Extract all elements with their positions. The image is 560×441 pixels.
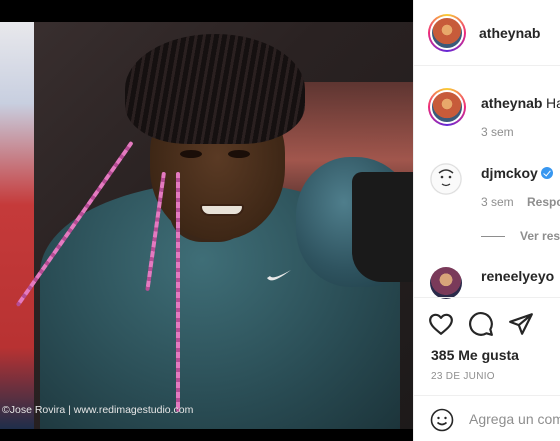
comment-text: Ha — [546, 95, 560, 111]
left-eye — [180, 150, 202, 158]
glove-strap — [352, 172, 413, 282]
heart-icon[interactable] — [428, 311, 454, 337]
comment-avatar[interactable] — [430, 163, 462, 195]
comment-time[interactable]: 3 sem — [481, 125, 514, 139]
boxer-mouth — [200, 204, 244, 216]
reply-button[interactable]: Respo — [527, 195, 560, 209]
background-banner — [0, 22, 34, 429]
comment-input[interactable] — [469, 408, 560, 430]
comment-username[interactable]: reneelyeyo — [481, 268, 554, 284]
pink-braid — [176, 172, 180, 412]
instagram-post-view: ©Jose Rovira | www.redimagestudio.com at… — [0, 0, 560, 441]
avatar-image — [430, 90, 464, 124]
comment-username[interactable]: atheynab — [481, 95, 542, 111]
paper-plane-icon[interactable] — [508, 311, 534, 337]
header-username[interactable]: atheynab — [479, 25, 540, 41]
view-replies-button[interactable]: Ver res — [520, 229, 560, 243]
post-image[interactable] — [0, 22, 413, 429]
replies-divider — [481, 236, 505, 237]
comment-avatar[interactable] — [428, 88, 466, 126]
swoosh-logo-icon — [267, 270, 291, 281]
right-eye — [228, 150, 250, 158]
post-sidebar: atheynab atheynab Ha 3 sem djmckoy 3 sem… — [413, 0, 560, 441]
post-header: atheynab — [414, 0, 560, 66]
comment-icon[interactable] — [468, 311, 494, 337]
cartoon-face-icon — [430, 163, 462, 195]
header-avatar[interactable] — [428, 14, 466, 52]
comment-time[interactable]: 3 sem — [481, 195, 514, 209]
comment-avatar[interactable] — [430, 267, 462, 299]
likes-count[interactable]: 385 Me gusta — [431, 347, 519, 363]
post-date[interactable]: 23 DE JUNIO — [431, 371, 495, 382]
post-photo[interactable]: ©Jose Rovira | www.redimagestudio.com — [0, 0, 413, 441]
comment-username[interactable]: djmckoy — [481, 165, 538, 181]
photo-watermark: ©Jose Rovira | www.redimagestudio.com — [2, 404, 194, 416]
verified-badge-icon — [541, 167, 553, 179]
smiley-icon[interactable] — [430, 408, 454, 432]
avatar-image — [430, 16, 464, 50]
boxer-hair — [125, 34, 305, 144]
add-comment-bar — [414, 395, 560, 441]
